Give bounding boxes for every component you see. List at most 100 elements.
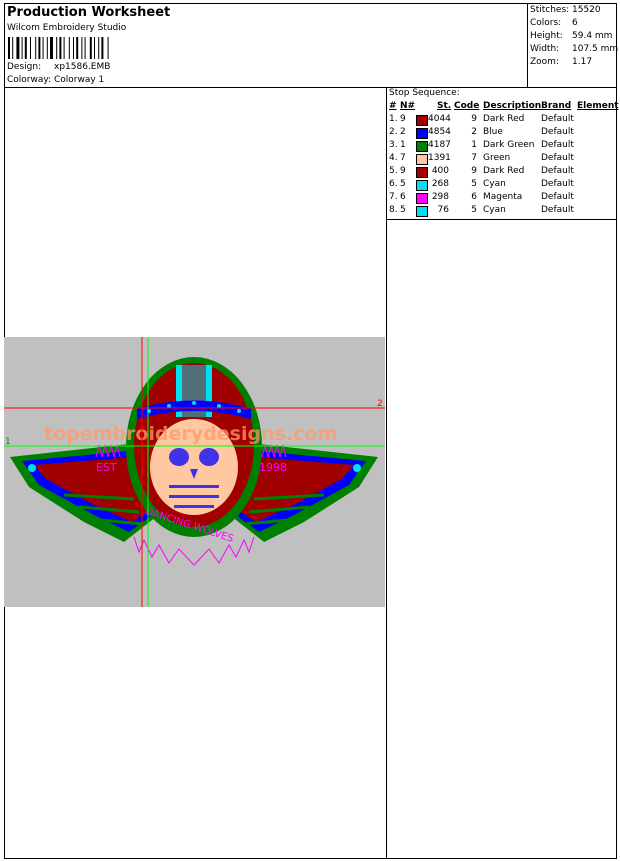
design-value: xp1586.EMB (54, 62, 111, 72)
color-swatch (416, 206, 428, 217)
colorway-label: Colorway: (7, 75, 52, 85)
row-needle: 1 (400, 140, 406, 150)
row-description: Dark Red (483, 114, 525, 124)
row-index: 1. (389, 114, 398, 124)
col-header-code: Code (454, 101, 480, 111)
row-needle: 9 (400, 166, 406, 176)
year-text: 1998 (259, 461, 287, 474)
stop-sequence-row: 6. 5 268 5 Cyan Default (389, 179, 615, 192)
row-stitches: 298 (431, 192, 449, 202)
row-brand: Default (541, 192, 574, 202)
page-title: Production Worksheet (7, 5, 171, 20)
col-header-stitches: St. (437, 101, 452, 111)
col-header-index: # (389, 101, 397, 111)
row-stitches: 4044 (428, 114, 451, 124)
col-header-description: Description (483, 101, 542, 111)
row-description: Cyan (483, 179, 506, 189)
stitches-value: 15520 (572, 5, 601, 15)
row-index: 2. (389, 127, 398, 137)
height-value: 59.4 mm (572, 31, 613, 41)
color-swatch (416, 128, 428, 139)
stats-divider (527, 3, 528, 87)
row-code: 5 (471, 205, 477, 215)
embroidery-design: EST 1998 DANCING WOLVES topembroiderydes… (4, 337, 385, 607)
watermark: topembroiderydesigns.com (44, 423, 337, 445)
height-label: Height: (530, 31, 563, 41)
row-code: 7 (471, 153, 477, 163)
color-swatch (416, 115, 428, 126)
row-code: 2 (471, 127, 477, 137)
width-value: 107.5 mm (572, 44, 619, 54)
design-label: Design: (7, 62, 42, 72)
width-label: Width: (530, 44, 560, 54)
row-description: Magenta (483, 192, 523, 202)
stop-sequence-row: 4. 7 1391 7 Green Default (389, 153, 615, 166)
color-swatch (416, 180, 428, 191)
col-header-needle: N# (400, 101, 416, 111)
row-needle: 7 (400, 153, 406, 163)
row-description: Cyan (483, 205, 506, 215)
row-index: 7. (389, 192, 398, 202)
row-brand: Default (541, 140, 574, 150)
row-stitches: 1391 (428, 153, 451, 163)
row-code: 5 (471, 179, 477, 189)
row-index: 5. (389, 166, 398, 176)
row-brand: Default (541, 153, 574, 163)
stop-sequence-row: 8. 5 76 5 Cyan Default (389, 205, 615, 218)
row-needle: 9 (400, 114, 406, 124)
guide-marker-1: 1 (5, 437, 11, 447)
stop-sequence-row: 3. 1 4187 1 Dark Green Default (389, 140, 615, 153)
stop-sequence-title: Stop Sequence: (389, 88, 460, 98)
colorway-value: Colorway 1 (54, 75, 105, 85)
zoom-label: Zoom: (530, 57, 559, 67)
software-name: Wilcom Embroidery Studio (7, 23, 127, 33)
est-text: EST (96, 461, 117, 474)
zoom-value: 1.17 (572, 57, 593, 67)
color-swatch (416, 141, 428, 152)
colors-label: Colors: (530, 18, 562, 28)
stitches-label: Stitches: (530, 5, 570, 15)
col-header-element: Element (577, 101, 619, 111)
design-preview: EST 1998 DANCING WOLVES topembroiderydes… (4, 337, 385, 607)
row-stitches: 4854 (428, 127, 451, 137)
row-stitches: 4187 (428, 140, 451, 150)
guide-marker-2: 2 (377, 399, 383, 409)
row-code: 1 (471, 140, 477, 150)
row-stitches: 400 (431, 166, 449, 176)
row-code: 9 (471, 114, 477, 124)
row-description: Dark Red (483, 166, 525, 176)
row-index: 8. (389, 205, 398, 215)
col-header-brand: Brand (541, 101, 572, 111)
row-needle: 6 (400, 192, 406, 202)
row-description: Green (483, 153, 511, 163)
stop-sequence-bottom-divider (386, 219, 617, 220)
row-stitches: 268 (431, 179, 449, 189)
row-code: 6 (471, 192, 477, 202)
color-swatch (416, 154, 428, 165)
stop-sequence-row: 1. 9 4044 9 Dark Red Default (389, 114, 615, 127)
row-description: Blue (483, 127, 503, 137)
stop-sequence-row: 7. 6 298 6 Magenta Default (389, 192, 615, 205)
colors-value: 6 (572, 18, 578, 28)
row-brand: Default (541, 114, 574, 124)
row-needle: 5 (400, 205, 406, 215)
row-brand: Default (541, 205, 574, 215)
row-brand: Default (541, 127, 574, 137)
stop-sequence-row: 5. 9 400 9 Dark Red Default (389, 166, 615, 179)
color-swatch (416, 167, 428, 178)
header-divider (4, 87, 617, 88)
row-description: Dark Green (483, 140, 535, 150)
main-divider (386, 87, 387, 859)
row-index: 4. (389, 153, 398, 163)
row-needle: 5 (400, 179, 406, 189)
row-index: 6. (389, 179, 398, 189)
stop-sequence-row: 2. 2 4854 2 Blue Default (389, 127, 615, 140)
row-needle: 2 (400, 127, 406, 137)
row-brand: Default (541, 166, 574, 176)
barcode (8, 37, 109, 59)
color-swatch (416, 193, 428, 204)
row-code: 9 (471, 166, 477, 176)
row-stitches: 76 (437, 205, 449, 215)
row-brand: Default (541, 179, 574, 189)
row-index: 3. (389, 140, 398, 150)
